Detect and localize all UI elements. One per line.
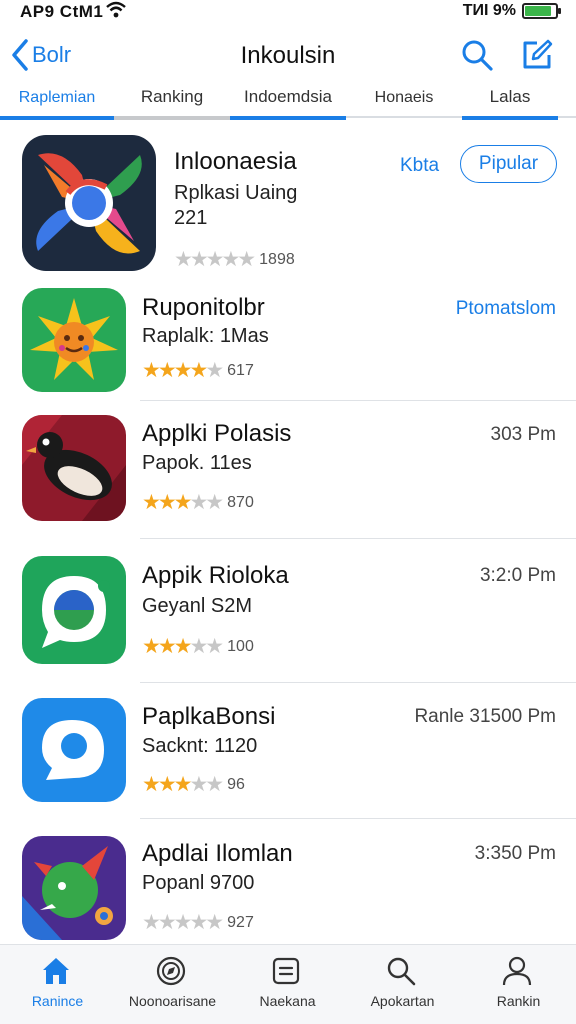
- bottom-tab-bar: Ranince Noonoarisane Naekana Apokartan R…: [0, 944, 576, 1024]
- nav-bar: Bolr Inkoulsin: [0, 30, 576, 82]
- search-icon: [387, 957, 416, 986]
- star-rating: ★★★★★ 927: [142, 911, 254, 934]
- app-title: Ruponitolbr: [142, 294, 265, 321]
- tab-active-indicator: [0, 116, 114, 120]
- app-title: Inloonaesia: [174, 148, 297, 175]
- star-rating: ★★★ ★★ 870: [142, 491, 254, 514]
- tab-label: Apokartan: [370, 993, 435, 1009]
- tab-label: Indoemdsia: [244, 87, 332, 106]
- status-bar: AP9 CtM1 TИI 9%: [0, 0, 576, 26]
- app-meta: 3:350 Pm: [474, 843, 556, 864]
- app-title: Applki Polasis: [142, 420, 292, 447]
- app-meta: Ranle 31500 Pm: [414, 706, 556, 727]
- tab-naekana[interactable]: Naekana: [230, 945, 345, 1024]
- tab-label: Ranince: [31, 993, 84, 1009]
- rating-count: 927: [227, 914, 254, 931]
- signal-battery-label: TИI 9%: [462, 2, 516, 19]
- divider: [140, 818, 576, 819]
- wifi-icon: [106, 1, 126, 18]
- app-subtitle: Sacknt: 1120: [142, 735, 258, 757]
- star-rating: ★★★★★ 1898: [174, 248, 295, 271]
- tab-rankin[interactable]: Rankin: [461, 945, 576, 1024]
- app-subtitle: Raplalk: 1Mas: [142, 325, 269, 347]
- message-icon[interactable]: [22, 698, 126, 802]
- rating-count: 870: [227, 494, 254, 511]
- person-icon: [502, 956, 532, 986]
- divider: [140, 682, 576, 683]
- tab-label: Ranking: [140, 87, 204, 106]
- rating-count: 617: [227, 362, 254, 379]
- dragon-icon[interactable]: [22, 836, 126, 940]
- tab-label: Honaeis: [374, 89, 434, 106]
- chrome-like-icon[interactable]: [22, 135, 156, 271]
- divider: [140, 400, 576, 401]
- app-meta: 303 Pm: [490, 424, 556, 445]
- penguin-icon[interactable]: [22, 415, 126, 521]
- rating-count: 1898: [259, 251, 295, 268]
- tab-indicator: [230, 116, 346, 120]
- star-rating: ★★★ ★★ 100: [142, 635, 254, 658]
- tab-label: Raplemian: [18, 89, 96, 106]
- rating-count: 96: [227, 776, 245, 793]
- carrier-label: AP9 CtM1: [20, 2, 104, 21]
- app-subtitle: Popanl 9700: [142, 872, 255, 894]
- tab-noonoarisane[interactable]: Noonoarisane: [115, 945, 230, 1024]
- star-rating: ★★★★ ★ 617: [142, 359, 254, 382]
- tab-ranking[interactable]: Ranking: [114, 84, 230, 120]
- tab-honaeis[interactable]: Honaeis: [346, 84, 462, 118]
- star-rating: ★★★ ★★ 96: [142, 773, 245, 796]
- tab-label: Lalas: [489, 87, 531, 106]
- battery-icon: [522, 3, 561, 19]
- sunflower-icon[interactable]: [22, 288, 126, 392]
- app-category-link[interactable]: Kbta: [400, 155, 439, 177]
- tab-label: Rankin: [496, 993, 541, 1009]
- segmented-tabs: Raplemian Ranking Indoemdsia Honaeis Lal…: [0, 84, 576, 120]
- tab-indicator: [462, 116, 558, 120]
- app-title: PaplkaBonsi: [142, 703, 276, 730]
- app-subtitle: Geyanl S2M: [142, 595, 253, 617]
- app-subtitle: Papok. 11es: [142, 452, 252, 474]
- tab-label: Noonoarisane: [128, 993, 217, 1009]
- tab-indoemdsia[interactable]: Indoemdsia: [230, 84, 346, 120]
- rating-count: 100: [227, 638, 254, 655]
- app-meta: 3:2:0 Pm: [479, 565, 556, 586]
- app-title: Apdlai Ilomlan: [142, 840, 293, 867]
- list-icon: [272, 957, 300, 985]
- app-title: Appik Rioloka: [142, 562, 289, 589]
- app-subtitle: Rplkasi Uaing: [174, 182, 298, 204]
- tab-indicator: [114, 116, 230, 120]
- home-icon: [43, 958, 69, 984]
- tab-ranince[interactable]: Ranince: [0, 945, 115, 1024]
- divider: [140, 538, 576, 539]
- tab-apokartan[interactable]: Apokartan: [345, 945, 460, 1024]
- tab-label: Naekana: [259, 993, 316, 1009]
- tab-raplemian[interactable]: Raplemian: [0, 84, 114, 120]
- app-subtitle-number: 221: [174, 207, 208, 229]
- compass-icon: [156, 956, 186, 986]
- app-meta[interactable]: Ptomatslom: [456, 298, 556, 320]
- tab-lalas[interactable]: Lalas: [462, 84, 558, 120]
- compose-icon[interactable]: [520, 38, 554, 72]
- chat-bubble-icon[interactable]: [22, 556, 126, 664]
- search-icon[interactable]: [460, 38, 494, 72]
- popular-button[interactable]: Pipular: [460, 145, 557, 183]
